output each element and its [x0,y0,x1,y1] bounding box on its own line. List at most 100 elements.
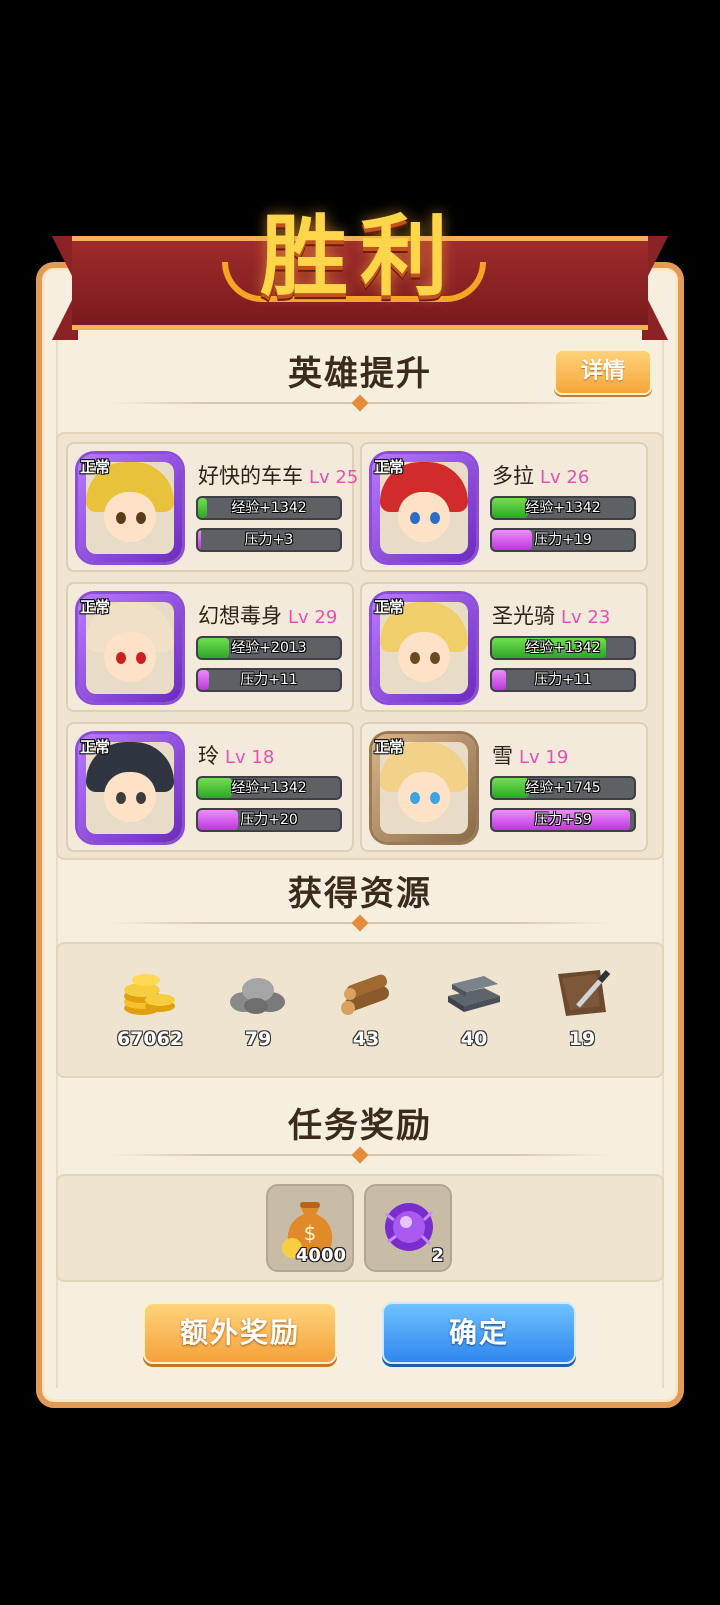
stress-bar: 压力+20 [196,808,342,832]
hero-name: 多拉 [492,464,534,488]
resource-count: 40 [460,1028,488,1050]
hero-name-line: 多拉 Lv 26 [492,460,589,490]
confirm-button[interactable]: 确定 [382,1302,576,1364]
hero-name-line: 幻想毒身 Lv 29 [198,600,337,630]
svg-text:$: $ [304,1221,317,1245]
hero-eye [136,512,146,524]
hero-face [104,492,156,542]
hero-name: 幻想毒身 [198,604,282,628]
exp-label: 经验+1342 [231,780,307,796]
hero-status: 正常 [374,598,405,616]
exp-label: 经验+1342 [231,500,307,516]
hero-name: 雪 [492,744,513,768]
resources-section-title: 获得资源 [288,874,432,914]
hero-card[interactable]: 正常 幻想毒身 Lv 29 经验+2013 压力+11 [66,582,354,712]
stress-label: 压力+3 [244,532,294,548]
hero-level: Lv 23 [561,607,611,628]
hero-face [104,632,156,682]
hero-eye [410,652,420,664]
exp-bar: 经验+1342 [196,776,342,800]
hero-name: 好快的车车 [198,464,303,488]
exp-label: 经验+1342 [525,500,601,516]
hero-eye [430,652,440,664]
victory-title: 胜利 [259,204,460,308]
stone-icon [230,978,285,1014]
reward-count: 2 [431,1245,444,1266]
hero-card[interactable]: 正常 玲 Lv 18 经验+1342 压力+20 [66,722,354,852]
hero-level: Lv 19 [519,747,569,768]
leather-icon [558,970,611,1016]
hero-eye [116,652,126,664]
resource-count: 67062 [116,1028,184,1050]
resource-wood[interactable]: 43 [316,962,416,1062]
hero-card[interactable]: 正常 好快的车车 Lv 25 经验+1342 压力+3 [66,442,358,572]
stress-bar: 压力+59 [490,808,636,832]
stress-bar: 压力+11 [490,668,636,692]
hero-eye [116,512,126,524]
exp-bar: 经验+1745 [490,776,636,800]
stress-bar: 压力+11 [196,668,342,692]
resource-count: 19 [568,1028,596,1050]
resource-count: 43 [352,1028,380,1050]
exp-bar: 经验+2013 [196,636,342,660]
hero-eye [430,512,440,524]
heroes-list: 正常 好快的车车 Lv 25 经验+1342 压力+3 正常 多拉 Lv 26 经验+1342 压… [56,432,664,860]
resource-count: 79 [244,1028,272,1050]
hero-name: 圣光骑 [492,604,555,628]
extra-reward-button[interactable]: 额外奖励 [143,1302,337,1364]
hero-status: 正常 [374,738,405,756]
hero-eye [136,792,146,804]
stress-label: 压力+20 [240,812,298,828]
exp-bar: 经验+1342 [490,636,636,660]
hero-status: 正常 [80,738,111,756]
resource-leather[interactable]: 19 [532,962,632,1062]
reward-count: 4000 [295,1245,346,1266]
hero-eye [410,512,420,524]
stress-label: 压力+11 [534,672,592,688]
hero-name-line: 好快的车车 Lv 25 [198,460,358,490]
tasks-section-title: 任务奖励 [288,1106,432,1146]
stress-label: 压力+19 [534,532,592,548]
resource-gold[interactable]: 67062 [100,962,200,1062]
resource-iron[interactable]: 40 [424,962,524,1062]
resources-list: 67062 79 43 40 19 [56,942,664,1078]
reward-money-bag[interactable]: $ 4000 [266,1184,354,1272]
hero-name-line: 玲 Lv 18 [198,740,274,770]
hero-status: 正常 [80,458,111,476]
detail-button[interactable]: 详情 [554,349,652,395]
stress-label: 压力+11 [240,672,298,688]
stress-bar: 压力+19 [490,528,636,552]
hero-status: 正常 [374,458,405,476]
hero-level: Lv 26 [540,467,590,488]
exp-label: 经验+1745 [525,780,601,796]
task-rewards-list: $ 4000 2 [56,1174,664,1282]
hero-level: Lv 25 [309,467,359,488]
iron-ingot-icon [448,976,500,1012]
wood-logs-icon [341,974,389,1015]
reward-crystal[interactable]: 2 [364,1184,452,1272]
hero-eye [116,792,126,804]
hero-status: 正常 [80,598,111,616]
hero-level: Lv 29 [288,607,338,628]
hero-face [398,492,450,542]
exp-bar: 经验+1342 [490,496,636,520]
stress-label: 压力+59 [534,812,592,828]
hero-card[interactable]: 正常 雪 Lv 19 经验+1745 压力+59 [360,722,648,852]
hero-name-line: 圣光骑 Lv 23 [492,600,610,630]
hero-card[interactable]: 正常 圣光骑 Lv 23 经验+1342 压力+11 [360,582,648,712]
hero-face [398,772,450,822]
hero-card[interactable]: 正常 多拉 Lv 26 经验+1342 压力+19 [360,442,648,572]
exp-label: 经验+2013 [231,640,307,656]
hero-eye [430,792,440,804]
hero-face [104,772,156,822]
exp-label: 经验+1342 [525,640,601,656]
resource-stone[interactable]: 79 [208,962,308,1062]
gold-coins-icon [124,974,175,1015]
hero-name-line: 雪 Lv 19 [492,740,568,770]
stress-bar: 压力+3 [196,528,342,552]
hero-eye [410,792,420,804]
hero-level: Lv 18 [225,747,275,768]
hero-eye [136,652,146,664]
hero-face [398,632,450,682]
exp-bar: 经验+1342 [196,496,342,520]
